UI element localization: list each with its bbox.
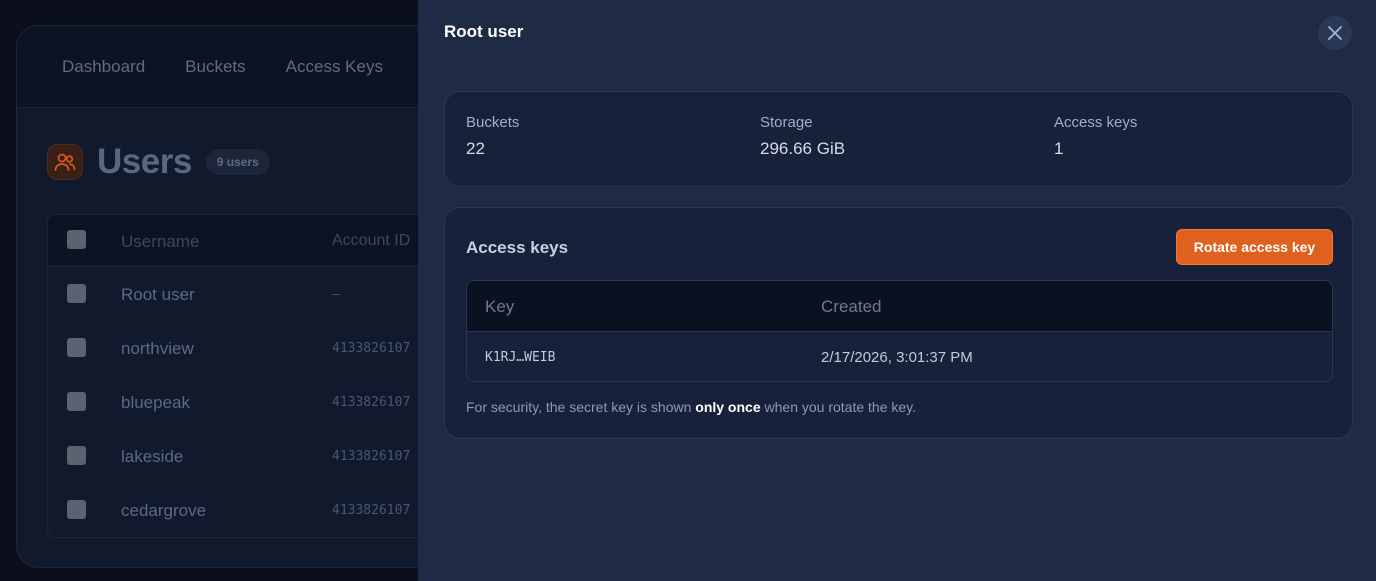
column-key: Key	[485, 297, 515, 316]
user-count-badge: 9 users	[205, 149, 270, 175]
nav-dashboard[interactable]: Dashboard	[62, 57, 145, 77]
drawer-title: Root user	[444, 22, 524, 41]
access-keys-title: Access keys	[466, 238, 569, 257]
row-checkbox[interactable]	[67, 500, 86, 519]
account-id-cell: 4133826107	[332, 341, 411, 356]
username-cell: northview	[121, 339, 194, 358]
account-id-cell: 4133826107	[332, 449, 411, 464]
username-cell: bluepeak	[121, 393, 191, 412]
access-keys-table: Key Created K1RJ…WEIB 2/17/2026, 3:01:37…	[466, 280, 1333, 382]
nav-buckets[interactable]: Buckets	[185, 57, 245, 77]
close-icon	[1328, 26, 1342, 40]
note-emphasis: only once	[695, 399, 761, 415]
table-row[interactable]: northview 4133826107	[48, 321, 455, 375]
select-all-checkbox[interactable]	[67, 230, 86, 249]
stat-buckets: Buckets 22	[466, 114, 519, 159]
note-suffix: when you rotate the key.	[760, 399, 917, 415]
stat-label: Access keys	[1054, 114, 1138, 131]
access-key-created: 2/17/2026, 3:01:37 PM	[821, 349, 973, 366]
column-username[interactable]: Username	[121, 232, 199, 252]
access-keys-table-header: Key Created	[467, 281, 1332, 332]
users-app-card: Dashboard Buckets Access Keys Users 9 us…	[16, 25, 456, 568]
security-note: For security, the secret key is shown on…	[466, 399, 916, 415]
stat-storage: Storage 296.66 GiB	[760, 114, 845, 159]
users-table-header: Username Account ID	[48, 215, 455, 267]
access-keys-card: Access keys Rotate access key Key Create…	[444, 207, 1353, 439]
rotate-access-key-button[interactable]: Rotate access key	[1176, 229, 1333, 265]
username-cell: Root user	[121, 285, 195, 304]
row-checkbox[interactable]	[67, 284, 86, 303]
page-title: Users	[97, 142, 192, 181]
stat-access-keys: Access keys 1	[1054, 114, 1137, 159]
table-row[interactable]: cedargrove 4133826107	[48, 483, 455, 537]
access-key-id: K1RJ…WEIB	[485, 350, 556, 365]
users-icon	[47, 144, 83, 180]
column-created: Created	[821, 297, 882, 316]
account-id-cell: 4133826107	[332, 503, 411, 518]
page-header: Users 9 users	[47, 142, 270, 182]
row-checkbox[interactable]	[67, 338, 86, 357]
stat-value: 1	[1054, 139, 1064, 158]
table-row: K1RJ…WEIB 2/17/2026, 3:01:37 PM	[467, 332, 1332, 381]
close-button[interactable]	[1318, 16, 1352, 50]
username-cell: cedargrove	[121, 501, 207, 520]
users-table: Username Account ID Root user – northvie…	[47, 214, 455, 538]
table-row[interactable]: bluepeak 4133826107	[48, 375, 455, 429]
row-checkbox[interactable]	[67, 392, 86, 411]
stat-value: 296.66 GiB	[760, 139, 846, 158]
stat-label: Buckets	[466, 114, 520, 131]
username-cell: lakeside	[121, 447, 184, 466]
account-id-cell: 4133826107	[332, 395, 411, 410]
column-account-id[interactable]: Account ID	[332, 232, 410, 250]
stats-card: Buckets 22 Storage 296.66 GiB Access key…	[444, 91, 1353, 187]
table-row[interactable]: lakeside 4133826107	[48, 429, 455, 483]
stat-value: 22	[466, 139, 485, 158]
note-prefix: For security, the secret key is shown	[466, 399, 696, 415]
top-nav: Dashboard Buckets Access Keys	[17, 26, 455, 108]
stat-label: Storage	[760, 114, 813, 131]
nav-access-keys[interactable]: Access Keys	[286, 57, 383, 77]
user-detail-drawer: Root user Buckets 22 Storage 296.66 GiB …	[418, 0, 1376, 581]
table-row[interactable]: Root user –	[48, 267, 455, 321]
account-id-cell: –	[332, 287, 340, 302]
row-checkbox[interactable]	[67, 446, 86, 465]
